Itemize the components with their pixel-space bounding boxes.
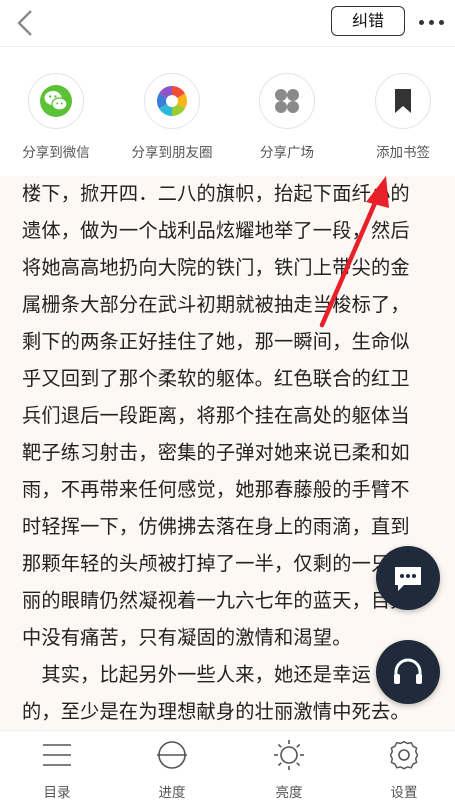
nav-settings[interactable]: 设置: [369, 739, 439, 803]
nav-settings-label: 设置: [390, 785, 418, 801]
share-wechat-button[interactable]: 分享到微信: [6, 73, 106, 169]
square-icon: [275, 89, 299, 113]
share-panel: 分享到微信 分享到朋友圈 分享广场 添加书签: [0, 46, 455, 176]
nav-catalog-label: 目录: [43, 785, 71, 801]
add-bookmark-label: 添加书签: [376, 145, 430, 161]
text-line: 乎又回到了那个柔软的躯体。红色联合的红卫: [22, 367, 410, 390]
share-wechat-circle: [28, 73, 84, 129]
nav-catalog[interactable]: 目录: [22, 739, 92, 803]
text-line: 遗体，做为一个战利品炫耀地举了一段，然后: [22, 219, 410, 242]
top-bar: 纠错: [0, 0, 455, 46]
text-line: 剩下的两条正好挂住了她，那一瞬间，生命似: [22, 330, 410, 353]
text-line: 时轻挥一下，仿佛拂去落在身上的雨滴，直到: [22, 515, 410, 538]
text-line: 兵们退后一段距离，将那个挂在高处的躯体当: [22, 404, 410, 427]
wechat-icon: [40, 85, 72, 117]
share-moments-circle: [144, 73, 200, 129]
add-bookmark-button[interactable]: 添加书签: [353, 73, 453, 169]
text-line: 中没有痛苦，只有凝固的激情和渴望。: [22, 626, 352, 649]
report-error-button[interactable]: 纠错: [331, 6, 405, 36]
progress-icon: [157, 741, 187, 769]
settings-icon: [389, 740, 419, 770]
nav-brightness[interactable]: 亮度: [254, 739, 324, 803]
share-moments-label: 分享到朋友圈: [131, 145, 213, 161]
share-square-label: 分享广场: [260, 145, 314, 161]
headphones-icon: [394, 658, 422, 684]
bottom-nav: 目录 进度 亮度 设置: [0, 730, 455, 806]
text-line: 的，至少是在为理想献身的壮丽激情中死去。: [22, 700, 410, 723]
nav-progress[interactable]: 进度: [137, 739, 207, 803]
share-moments-button[interactable]: 分享到朋友圈: [122, 73, 222, 169]
text-line: 雨，不再带来任何感觉，她那春藤般的手臂不: [22, 478, 410, 501]
chat-bubble-icon: [395, 567, 421, 591]
nav-brightness-label: 亮度: [275, 785, 303, 801]
bookmark-icon: [395, 89, 411, 113]
nav-progress-label: 进度: [158, 785, 186, 801]
text-line: 丽的眼睛仍然凝视着一九六七年的蓝天，目光: [22, 589, 410, 612]
moments-icon: [157, 86, 187, 116]
listen-fab[interactable]: [376, 640, 440, 704]
comment-fab[interactable]: [376, 546, 440, 610]
back-icon[interactable]: [12, 8, 38, 38]
more-icon[interactable]: [416, 12, 448, 32]
text-line: 属栅条大部分在武斗初期就被抽走当梭标了，: [22, 293, 410, 316]
catalog-icon: [43, 744, 71, 766]
text-line: 那颗年轻的头颅被打掉了一半，仅剩的一只美: [22, 552, 410, 575]
add-bookmark-circle: [375, 73, 431, 129]
brightness-icon: [274, 740, 304, 770]
text-line: 其实，比起另外一些人来，她还是幸运: [22, 663, 371, 686]
text-line: 靶子练习射击，密集的子弹对她来说已柔和如: [22, 441, 410, 464]
text-line: 楼下，掀开四．二八的旗帜，抬起下面纤小的: [22, 182, 410, 205]
share-square-button[interactable]: 分享广场: [237, 73, 337, 169]
share-wechat-label: 分享到微信: [22, 145, 90, 161]
text-line: 将她高高地扔向大院的铁门，铁门上带尖的金: [22, 256, 410, 279]
share-square-circle: [259, 73, 315, 129]
